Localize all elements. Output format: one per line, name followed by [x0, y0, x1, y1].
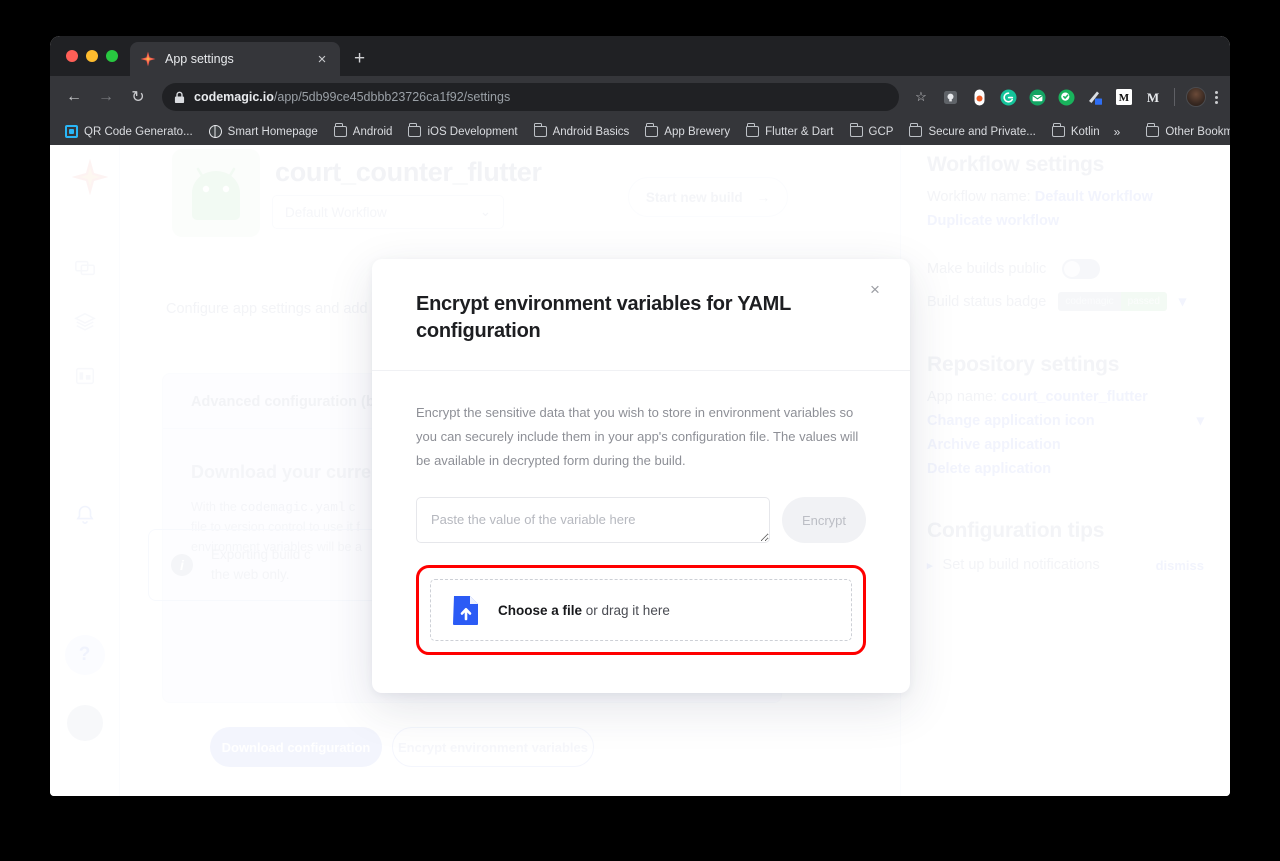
- other-bookmarks-label: Other Bookmarks: [1165, 125, 1230, 138]
- envelope-icon[interactable]: [1027, 87, 1047, 107]
- bookmarks-bar: QR Code Generato... Smart Homepage Andro…: [50, 118, 1230, 145]
- svg-text:M: M: [1119, 92, 1130, 104]
- annotation-highlight-box: Choose a file or drag it here: [416, 565, 866, 656]
- encrypt-input-row: Encrypt: [416, 497, 866, 544]
- tab-strip: App settings × +: [50, 36, 1230, 76]
- folder-icon: [1146, 123, 1160, 137]
- grammarly-icon[interactable]: [998, 87, 1018, 107]
- window-traffic-lights: [60, 36, 130, 76]
- folder-icon: [849, 123, 863, 137]
- serif-m-icon[interactable]: M: [1143, 87, 1163, 107]
- star-icon[interactable]: ☆: [911, 87, 931, 107]
- bookmark-label: Android Basics: [552, 125, 630, 138]
- dropzone-label: Choose a file or drag it here: [498, 603, 670, 618]
- bookmark-item[interactable]: GCP: [843, 123, 901, 141]
- drag-hint-label: or drag it here: [582, 602, 670, 618]
- browser-toolbar: ← → ↻ codemagic.io/app/5db99ce45dbbb2372…: [50, 76, 1230, 118]
- pill-extension-icon[interactable]: [969, 87, 989, 107]
- tab-close-icon[interactable]: ×: [314, 52, 330, 67]
- toolbar-icons: ☆ M M: [911, 87, 1220, 107]
- folder-icon: [645, 123, 659, 137]
- folder-icon: [1051, 123, 1065, 137]
- medium-m-icon[interactable]: M: [1114, 87, 1134, 107]
- bookmark-item[interactable]: Flutter & Dart: [739, 123, 840, 141]
- codemagic-diamond-icon: [140, 51, 156, 67]
- encrypt-button[interactable]: Encrypt: [782, 497, 866, 544]
- folder-icon: [533, 123, 547, 137]
- bookmark-label: iOS Development: [427, 125, 518, 138]
- bookmark-item[interactable]: App Brewery: [638, 123, 737, 141]
- lightbulb-badge-icon[interactable]: [940, 87, 960, 107]
- new-tab-button[interactable]: +: [354, 49, 365, 68]
- maximize-window-button[interactable]: [106, 50, 118, 62]
- bookmark-item[interactable]: Android Basics: [527, 123, 637, 141]
- bookmarks-overflow-button[interactable]: »: [1109, 125, 1126, 139]
- lock-icon: [174, 91, 185, 103]
- modal-header: Encrypt environment variables for YAML c…: [372, 259, 910, 372]
- bookmark-label: GCP: [868, 125, 894, 138]
- shield-check-icon[interactable]: [1056, 87, 1076, 107]
- qr-code-icon: [65, 125, 78, 138]
- encrypt-env-vars-modal: Encrypt environment variables for YAML c…: [372, 259, 910, 694]
- bookmark-label: Kotlin: [1070, 125, 1100, 138]
- folder-icon: [333, 123, 347, 137]
- bookmark-label: QR Code Generato...: [84, 125, 193, 138]
- bookmark-item[interactable]: QR Code Generato...: [58, 122, 200, 141]
- close-icon[interactable]: ×: [862, 277, 888, 303]
- minimize-window-button[interactable]: [86, 50, 98, 62]
- url-domain: codemagic.io: [194, 90, 274, 104]
- bookmark-item[interactable]: Secure and Private...: [902, 123, 1042, 141]
- globe-icon: [208, 125, 222, 138]
- folder-icon: [909, 123, 923, 137]
- back-button[interactable]: ←: [60, 83, 88, 111]
- file-upload-icon: [453, 596, 478, 626]
- reload-button[interactable]: ↻: [124, 83, 152, 111]
- bookmark-label: App Brewery: [664, 125, 731, 138]
- kebab-menu-icon[interactable]: [1215, 90, 1218, 104]
- bookmark-label: Android: [352, 125, 393, 138]
- modal-body: Encrypt the sensitive data that you wish…: [372, 371, 910, 693]
- folder-icon: [746, 123, 760, 137]
- folder-icon: [408, 123, 422, 137]
- variable-value-input[interactable]: [416, 497, 770, 544]
- address-bar-url: codemagic.io/app/5db99ce45dbbb23726ca1f9…: [194, 90, 510, 104]
- bookmark-label: Smart Homepage: [227, 125, 318, 138]
- bookmark-item[interactable]: Android: [327, 123, 400, 141]
- forward-button[interactable]: →: [92, 83, 120, 111]
- other-bookmarks-folder[interactable]: Other Bookmarks: [1139, 123, 1230, 141]
- pencil-blue-icon[interactable]: [1085, 87, 1105, 107]
- profile-avatar[interactable]: [1186, 87, 1206, 107]
- url-path: /app/5db99ce45dbbb23726ca1f92/settings: [273, 90, 511, 104]
- bookmark-item[interactable]: iOS Development: [401, 123, 524, 141]
- browser-window: App settings × + ← → ↻ codemagic.io/app/…: [50, 36, 1230, 796]
- toolbar-divider: [1174, 88, 1175, 106]
- modal-description: Encrypt the sensitive data that you wish…: [416, 405, 859, 468]
- choose-file-label: Choose a file: [498, 602, 583, 618]
- bookmark-item[interactable]: Smart Homepage: [202, 122, 325, 141]
- bookmark-label: Flutter & Dart: [765, 125, 834, 138]
- tab-title: App settings: [165, 52, 234, 66]
- address-bar[interactable]: codemagic.io/app/5db99ce45dbbb23726ca1f9…: [162, 83, 899, 111]
- modal-title: Encrypt environment variables for YAML c…: [416, 293, 791, 342]
- file-dropzone[interactable]: Choose a file or drag it here: [430, 579, 852, 642]
- browser-tab[interactable]: App settings ×: [130, 42, 340, 76]
- close-window-button[interactable]: [66, 50, 78, 62]
- bookmark-item[interactable]: Kotlin: [1045, 123, 1107, 141]
- bookmark-label: Secure and Private...: [928, 125, 1036, 138]
- page-viewport: ? court_counter_flutter Default Workflow…: [50, 145, 1230, 796]
- svg-text:M: M: [1147, 90, 1159, 105]
